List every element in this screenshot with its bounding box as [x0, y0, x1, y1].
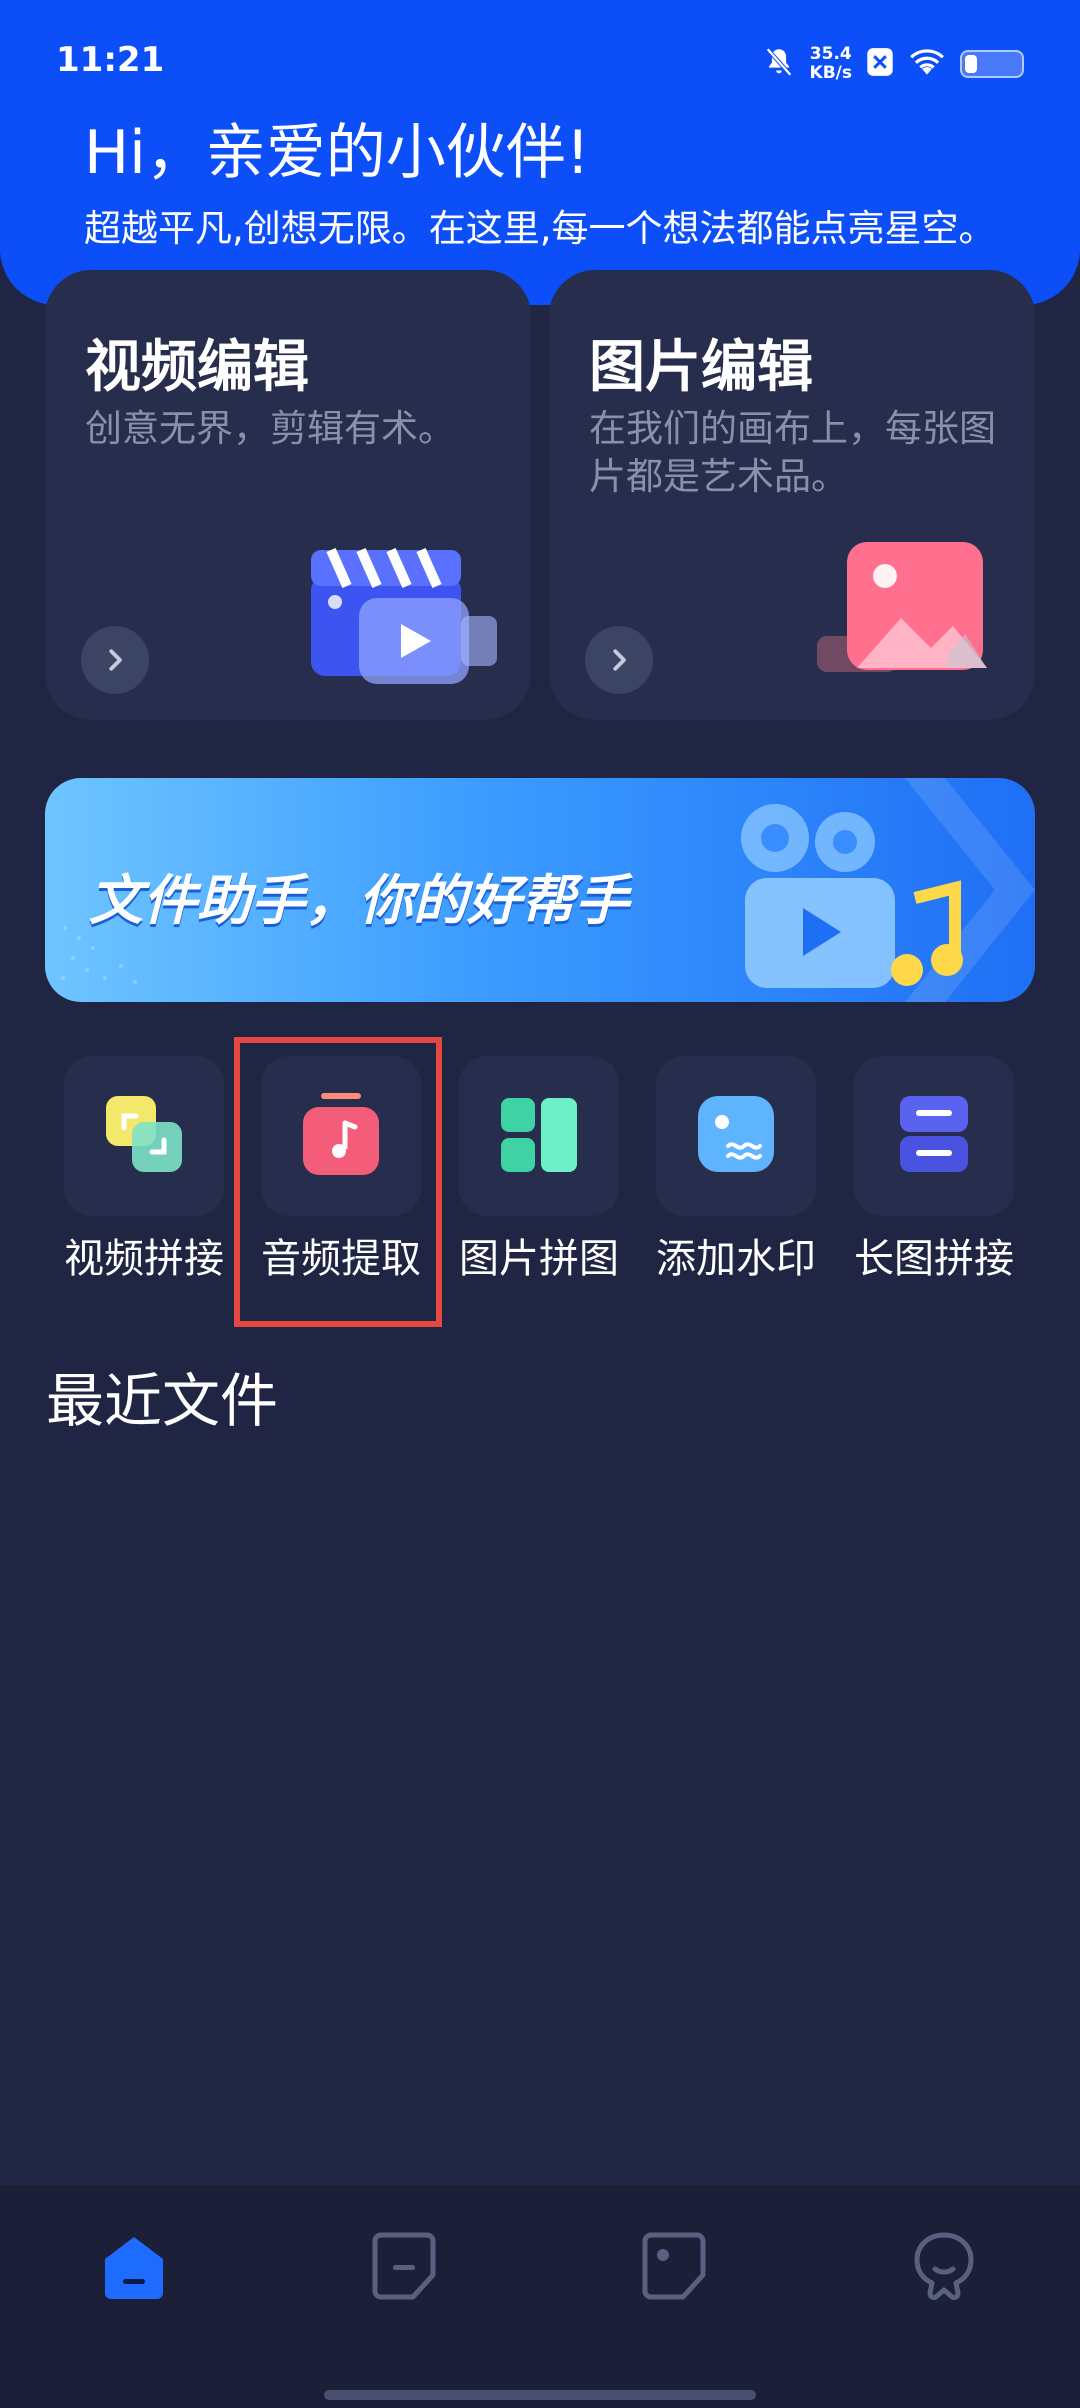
long-image-stitch-icon: [892, 1092, 976, 1180]
image-collage-icon: [497, 1092, 581, 1180]
tool-image-collage[interactable]: 图片拼图: [457, 1056, 621, 1284]
greeting-title: Hi，亲爱的小伙伴!: [84, 118, 590, 188]
card-arrow-button[interactable]: [81, 626, 149, 694]
tool-add-watermark[interactable]: 添加水印: [654, 1056, 818, 1284]
battery-level: [965, 55, 977, 73]
video-edit-card[interactable]: 视频编辑 创意无界，剪辑有术。: [45, 270, 531, 720]
bottom-nav: [0, 2185, 1080, 2408]
card-description: 创意无界，剪辑有术。: [85, 407, 455, 450]
nav-home[interactable]: [79, 2211, 189, 2321]
watermark-icon: [694, 1092, 778, 1180]
image-edit-card[interactable]: 图片编辑 在我们的画布上，每张图片都是艺术品。: [549, 270, 1035, 720]
recent-files-title: 最近文件: [46, 1367, 279, 1435]
home-indicator[interactable]: [324, 2390, 756, 2400]
file-assistant-banner[interactable]: 文件助手，你的好帮手: [45, 778, 1035, 1002]
nav-tools[interactable]: [349, 2211, 459, 2321]
tool-label: 长图拼接: [854, 1236, 1014, 1282]
card-arrow-button[interactable]: [585, 626, 653, 694]
video-merge-icon: [102, 1092, 186, 1180]
audio-extract-icon: [299, 1089, 383, 1183]
greeting-subtitle: 超越平凡,创想无限。在这里,每一个想法都能点亮星空。: [84, 207, 996, 250]
tool-long-image-stitch[interactable]: 长图拼接: [852, 1056, 1016, 1284]
nav-gallery[interactable]: [619, 2211, 729, 2321]
chevron-right-icon: [613, 649, 626, 671]
card-title: 视频编辑: [85, 335, 309, 400]
tool-label: 添加水印: [656, 1236, 816, 1282]
card-title: 图片编辑: [589, 335, 813, 400]
banner-text: 文件助手，你的好帮手: [89, 869, 629, 932]
status-time: 11:21: [56, 40, 165, 80]
wifi-icon: [908, 47, 946, 81]
tool-video-merge[interactable]: 视频拼接: [62, 1056, 226, 1284]
status-icons: 35.4 KB/s: [762, 40, 1024, 88]
tool-label: 视频拼接: [64, 1236, 224, 1282]
card-description: 在我们的画布上，每张图片都是艺术品。: [589, 407, 996, 498]
network-speed: 35.4 KB/s: [809, 44, 852, 83]
profile-icon: [914, 2232, 974, 2300]
tool-icon-box: [64, 1056, 224, 1216]
notification-x-icon: [866, 47, 894, 81]
home-icon: [105, 2237, 163, 2299]
bell-muted-icon: [762, 45, 796, 83]
video-clapper-icon: [301, 536, 501, 690]
tool-audio-extract[interactable]: 音频提取: [259, 1056, 423, 1284]
gallery-icon: [642, 2232, 706, 2300]
tool-label: 图片拼图: [459, 1236, 619, 1282]
tool-icon-box: [854, 1056, 1014, 1216]
tool-label: 音频提取: [261, 1236, 421, 1282]
tool-icon-box: [459, 1056, 619, 1216]
tool-icon-box: [261, 1056, 421, 1216]
tools-icon: [372, 2232, 436, 2300]
header: 11:21 35.4 KB/s Hi，亲爱的小伙伴! 超越平凡,创想无限。在这里…: [0, 0, 1080, 305]
chevron-right-icon: [109, 649, 122, 671]
video-camera-music-icon: [695, 788, 995, 1002]
tool-icon-box: [656, 1056, 816, 1216]
image-icon: [807, 536, 1007, 690]
battery-icon: [960, 50, 1024, 78]
nav-profile[interactable]: [889, 2211, 999, 2321]
